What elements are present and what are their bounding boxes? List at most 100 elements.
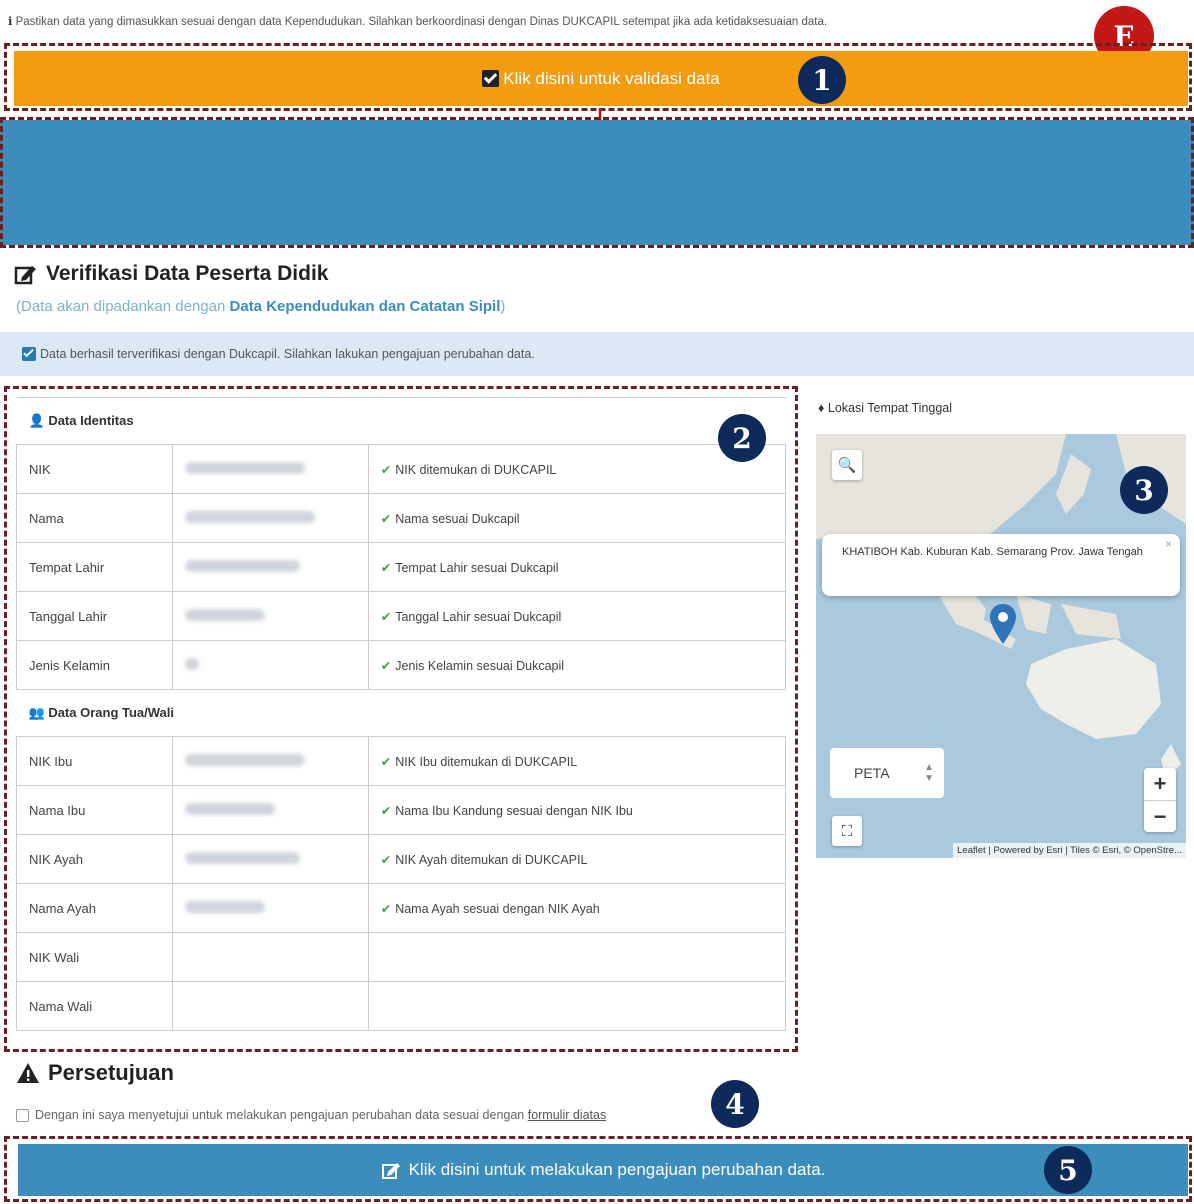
close-icon[interactable]: ×: [1165, 537, 1172, 551]
agreement-title-text: Persetujuan: [48, 1060, 174, 1085]
map-attribution: Leaflet | Powered by Esri | Tiles © Esri…: [953, 843, 1186, 858]
submit-button-label: Klik disini untuk melakukan pengajuan pe…: [408, 1160, 826, 1179]
row-label: NIK Ibu: [16, 736, 173, 786]
users-icon: 👥: [28, 705, 45, 720]
edit-icon: [14, 266, 36, 285]
row-label: Nama Wali: [16, 981, 173, 1031]
row-label: Tanggal Lahir: [16, 591, 173, 641]
redacted-value: [171, 736, 369, 786]
row-status: ✔ NIK Ayah ditemukan di DUKCAPIL: [367, 834, 787, 884]
check-icon: ✔: [380, 658, 392, 673]
map-label-text: Lokasi Tempat Tinggal: [827, 401, 953, 415]
callout-badge-3: 3: [1120, 466, 1168, 514]
table-row: NIK Ibu ✔ NIK Ibu ditemukan di DUKCAPIL: [16, 736, 787, 786]
table-row: Tempat Lahir ✔ Tempat Lahir sesuai Dukcap…: [16, 542, 787, 592]
fullscreen-button[interactable]: ⛶: [832, 816, 862, 846]
info-icon: ℹ: [8, 16, 13, 28]
status-text: NIK Ayah ditemukan di DUKCAPIL: [395, 852, 588, 867]
status-text: Nama Ibu Kandung sesuai dengan NIK Ibu: [395, 803, 633, 818]
table-row: Tanggal Lahir ✔ Tanggal Lahir sesuai Dukc…: [16, 591, 787, 641]
table-row: Nama ✔ Nama sesuai Dukcapil: [16, 493, 787, 543]
checkbox-icon: [482, 70, 500, 87]
zoom-in-button[interactable]: +: [1144, 768, 1176, 801]
section-label: Data Identitas: [48, 413, 134, 428]
spinner-arrows-icon: ▲ ▼: [924, 762, 934, 784]
map-popup-text: KHATIBOH Kab. Kuburan Kab. Semarang Prov…: [842, 546, 1143, 558]
validate-data-button[interactable]: Klik disini untuk validasi data: [14, 51, 1188, 106]
table-row: NIK ✔ NIK ditemukan di DUKCAPIL: [16, 444, 787, 494]
table-row: Nama Ibu ✔ Nama Ibu Kandung sesuai dengan…: [16, 785, 787, 835]
page-subtitle: (Data akan dipadankan dengan Data Kepend…: [16, 298, 505, 315]
consent-row: Dengan ini saya menyetujui untuk melakuk…: [16, 1108, 606, 1122]
consent-link[interactable]: formulir diatas: [528, 1108, 607, 1122]
callout-badge-5: 5: [1044, 1146, 1092, 1194]
callout-badge-4: 4: [711, 1080, 759, 1128]
fullscreen-icon: ⛶: [841, 822, 853, 840]
row-status: ✔ NIK Ibu ditemukan di DUKCAPIL: [367, 736, 787, 786]
status-text: Nama Ayah sesuai dengan NIK Ayah: [395, 901, 600, 916]
info-note-text: Pastikan data yang dimasukkan sesuai den…: [15, 16, 828, 28]
section-header-parents: 👥 Data Orang Tua/Wali: [16, 689, 786, 737]
alert-text: Data berhasil terverifikasi dengan Dukca…: [40, 347, 535, 361]
row-label: NIK Wali: [16, 932, 173, 982]
row-label: NIK: [16, 444, 173, 494]
map-search-button[interactable]: 🔍: [832, 450, 862, 480]
status-text: Tanggal Lahir sesuai Dukcapil: [395, 609, 562, 624]
redacted-value: [171, 542, 369, 592]
subtitle-prefix: (Data akan dipadankan dengan: [16, 298, 230, 315]
consent-checkbox[interactable]: [16, 1108, 29, 1122]
redacted-value: [171, 493, 369, 543]
location-pin-icon[interactable]: [990, 604, 1016, 644]
row-status: ✔ Tanggal Lahir sesuai Dukcapil: [367, 591, 787, 641]
row-label: NIK Ayah: [16, 834, 173, 884]
check-icon: ✔: [380, 901, 392, 916]
callout-badge-2: 2: [718, 414, 766, 462]
empty-value: [171, 981, 369, 1031]
section-row-identity: 👤 Data Identitas: [16, 397, 786, 445]
row-label: Jenis Kelamin: [16, 640, 173, 690]
map-marker-icon: ♦: [818, 401, 825, 415]
redacted-value: [171, 785, 369, 835]
layer-select[interactable]: PETA ▲ ▼: [830, 748, 944, 798]
row-status: ✔ Nama sesuai Dukcapil: [367, 493, 787, 543]
check-icon: ✔: [380, 754, 392, 769]
verification-alert: Data berhasil terverifikasi dengan Dukca…: [0, 332, 1194, 376]
page-title-text: Verifikasi Data Peserta Didik: [46, 262, 329, 285]
agreement-title: Persetujuan: [16, 1060, 174, 1086]
edit-icon: [381, 1163, 400, 1179]
redacted-value: [171, 883, 369, 933]
check-icon: ✔: [380, 609, 392, 624]
check-icon: ✔: [380, 803, 392, 818]
zoom-out-button[interactable]: −: [1144, 801, 1176, 832]
warning-icon: [17, 1063, 39, 1083]
section-header-identity: 👤 Data Identitas: [16, 397, 786, 445]
row-status: ✔ Nama Ayah sesuai dengan NIK Ayah: [367, 883, 787, 933]
redacted-value: [171, 640, 369, 690]
row-label: Nama Ayah: [16, 883, 173, 933]
callout-badge-1: 1: [798, 56, 846, 104]
zoom-control: + −: [1144, 768, 1176, 832]
page-title: Verifikasi Data Peserta Didik: [14, 262, 329, 286]
row-status: [367, 932, 787, 982]
redacted-value: [171, 591, 369, 641]
search-icon: 🔍: [837, 457, 857, 474]
check-icon: ✔: [380, 511, 392, 526]
consent-text-main: Dengan ini saya menyetujui untuk melakuk…: [35, 1108, 528, 1122]
subtitle-link: Data Kependudukan dan Catatan Sipil: [229, 298, 501, 315]
check-icon: ✔: [380, 560, 392, 575]
status-text: Tempat Lahir sesuai Dukcapil: [395, 560, 559, 575]
validate-button-label: Klik disini untuk validasi data: [503, 68, 720, 88]
section-row-parents: 👥 Data Orang Tua/Wali: [16, 689, 786, 737]
redacted-value: [171, 834, 369, 884]
table-row: NIK Ayah ✔ NIK Ayah ditemukan di DUKCAPIL: [16, 834, 787, 884]
row-status: ✔ Nama Ibu Kandung sesuai dengan NIK Ibu: [367, 785, 787, 835]
redacted-value: [171, 444, 369, 494]
status-text: NIK Ibu ditemukan di DUKCAPIL: [395, 754, 578, 769]
table-row: Nama Wali: [16, 981, 787, 1031]
status-text: NIK ditemukan di DUKCAPIL: [395, 462, 557, 477]
submit-change-request-button[interactable]: Klik disini untuk melakukan pengajuan pe…: [18, 1144, 1188, 1196]
check-icon: ✔: [380, 462, 392, 477]
row-status: ✔ Jenis Kelamin sesuai Dukcapil: [367, 640, 787, 690]
status-text: Jenis Kelamin sesuai Dukcapil: [395, 658, 565, 673]
status-text: Nama sesuai Dukcapil: [395, 511, 520, 526]
